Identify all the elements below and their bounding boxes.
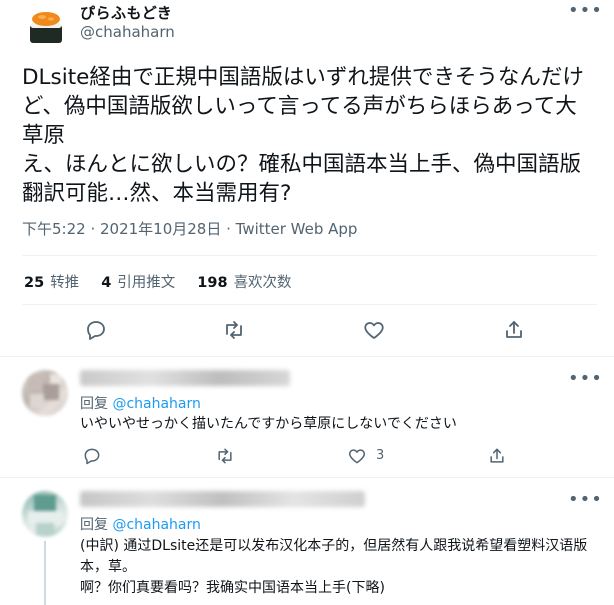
blurred-username <box>80 491 365 507</box>
reply-icon[interactable] <box>84 318 108 342</box>
retweet-icon[interactable] <box>215 446 235 466</box>
more-icon[interactable]: ••• <box>568 489 603 510</box>
tweet-actions <box>0 318 614 344</box>
main-tweet: ぴらふもどき @chahaharn ••• DLsite経由で正規中国語版はいず… <box>0 0 614 357</box>
share-icon[interactable] <box>487 446 507 466</box>
tweet-timestamp[interactable]: 下午5:22 · 2021年10月28日 · Twitter Web App <box>22 218 357 239</box>
more-icon[interactable]: ••• <box>568 0 603 21</box>
mention-link[interactable]: @chahaharn <box>112 517 200 533</box>
avatar[interactable] <box>22 491 68 537</box>
reply-tweet[interactable]: ••• 回复 @chahaharn いやいやせっかく描いたんですから草原にしない… <box>0 358 614 478</box>
reply-tweet[interactable]: ••• 回复 @chahaharn (中訳) 通过DLsite还是可以发布汉化本… <box>0 479 614 605</box>
blurred-avatar-icon <box>27 374 62 408</box>
share-icon[interactable] <box>502 318 526 342</box>
mention-link[interactable]: @chahaharn <box>112 396 200 412</box>
likes-stat[interactable]: 198 喜欢次数 <box>197 271 291 292</box>
display-name[interactable]: ぴらふもどき <box>80 2 172 23</box>
more-icon[interactable]: ••• <box>568 368 603 389</box>
divider <box>22 304 597 305</box>
retweets-stat[interactable]: 25 转推 <box>24 271 79 292</box>
thread-line <box>44 541 46 605</box>
blurred-avatar-icon <box>28 495 62 535</box>
reply-to-line: 回复 @chahaharn <box>80 396 201 412</box>
reply-icon[interactable] <box>82 446 102 466</box>
like-count: 3 <box>376 448 385 463</box>
reply-to-line: 回复 @chahaharn <box>80 517 201 533</box>
sushi-avatar-icon <box>22 3 70 51</box>
tweet-stats: 25 转推 4 引用推文 198 喜欢次数 <box>24 271 292 292</box>
reply-text: いやいやせっかく描いたんですから草原にしないでください <box>80 416 457 432</box>
avatar[interactable] <box>22 370 68 416</box>
user-handle[interactable]: @chahaharn <box>80 23 175 41</box>
quotes-stat[interactable]: 4 引用推文 <box>101 271 175 292</box>
tweet-text: DLsite経由で正規中国語版はいずれ提供できそうなんだけど、偽中国語版欲しいっ… <box>22 65 584 206</box>
divider <box>22 255 597 256</box>
blurred-username <box>80 370 290 386</box>
retweet-icon[interactable] <box>222 318 246 342</box>
like-icon[interactable] <box>362 318 386 342</box>
reply-text: (中訳) 通过DLsite还是可以发布汉化本子的，但居然有人跟我说希望看塑料汉语… <box>80 538 588 596</box>
avatar[interactable] <box>22 3 70 51</box>
like-icon[interactable] <box>347 446 367 466</box>
